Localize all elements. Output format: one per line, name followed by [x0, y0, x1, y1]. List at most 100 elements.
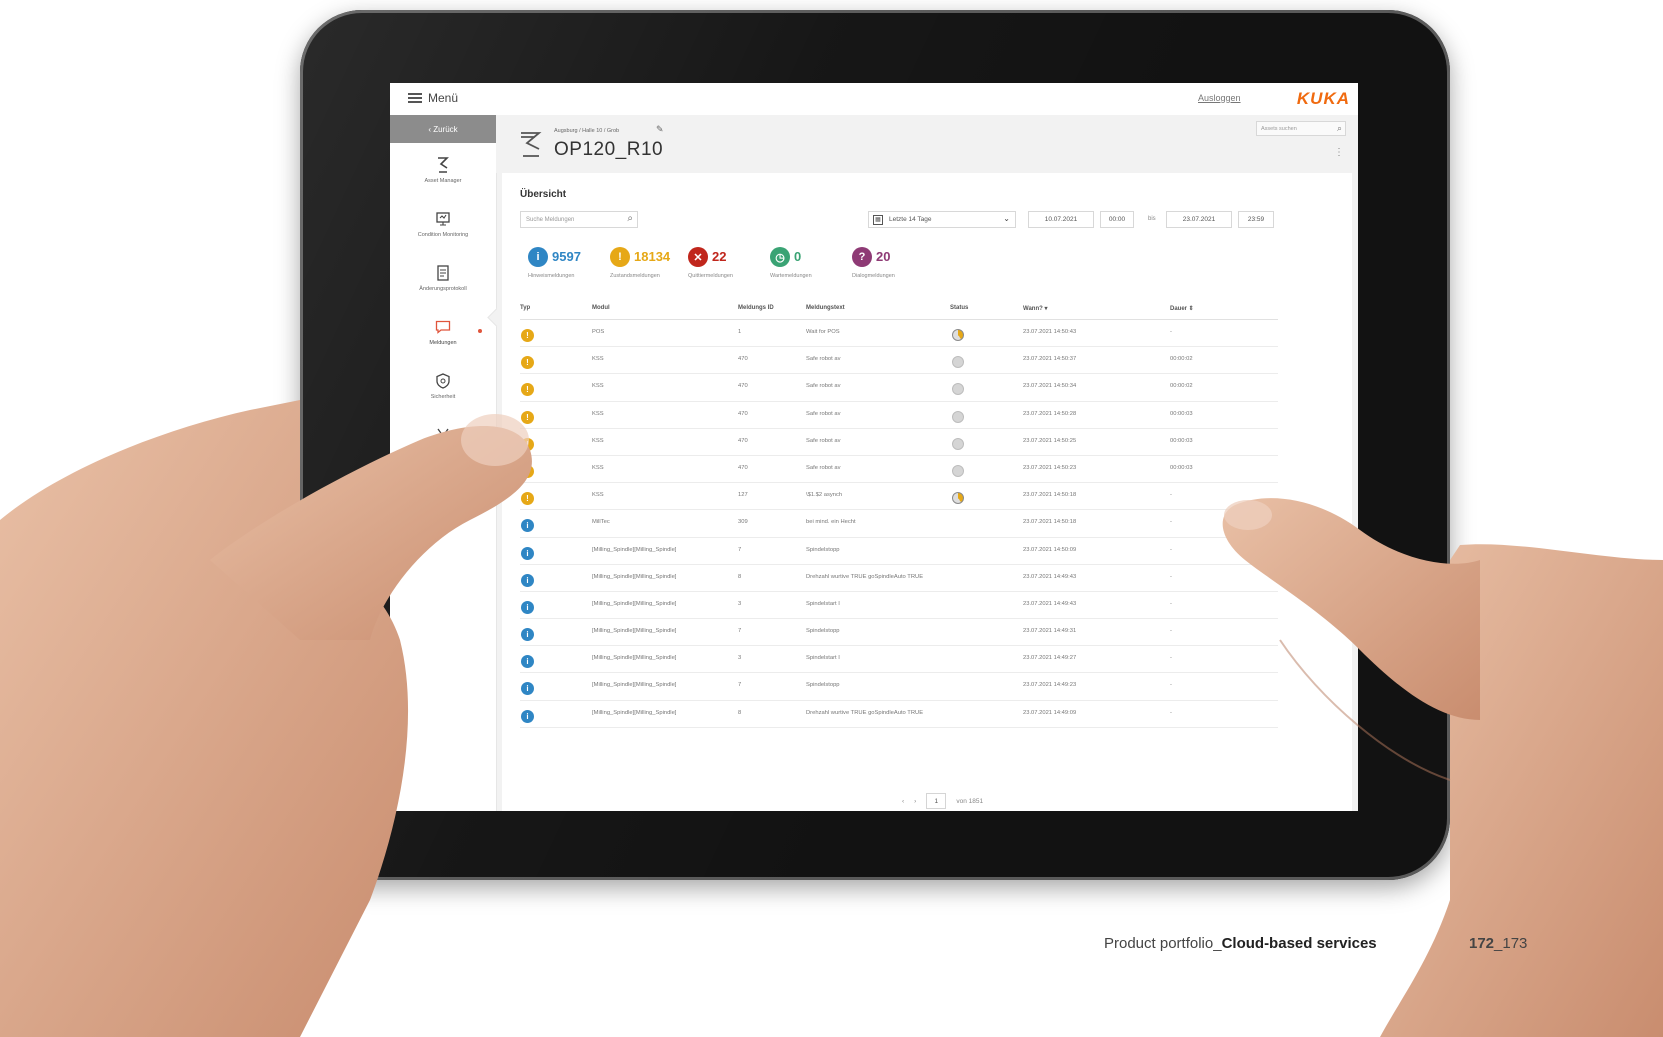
col-status[interactable]: Status: [950, 305, 968, 311]
status-icon: [952, 383, 964, 396]
edit-icon[interactable]: ✎: [656, 124, 664, 135]
table-row[interactable]: i [Milling_Spindle][Milling_Spindle] 7 Spin…: [520, 673, 1278, 701]
top-bar: Menü Ausloggen KUKA: [390, 83, 1358, 116]
table-row[interactable]: i MillTec 309 bei mind. ein Hecht 23.07.2021…: [520, 510, 1278, 538]
sidebar-item-ar[interactable]: Ar: [390, 413, 496, 467]
table-row[interactable]: i [Milling_Spindle][Milling_Spindle] 8 Dreh…: [520, 565, 1278, 592]
time-range-value: Letzte 14 Tage: [889, 216, 932, 223]
cell-modul: [Milling_Spindle][Milling_Spindle]: [592, 709, 677, 716]
cell-meldungs-id: 8: [738, 709, 742, 716]
sidebar-item-sicherheit[interactable]: Sicherheit: [390, 359, 496, 413]
table-row[interactable]: ! KSS 470 Safe robot av 23.07.2021 14:50:34 0…: [520, 374, 1278, 402]
cell-dauer: 00:00:03: [1170, 437, 1193, 444]
more-options-icon[interactable]: ⋮: [1334, 147, 1344, 158]
back-button[interactable]: ‹ Zurück: [390, 115, 496, 143]
cell-meldungstext: bei mind. ein Hecht: [806, 519, 856, 526]
calendar-icon: ▦: [873, 214, 883, 225]
cell-wann: 23.07.2021 14:49:43: [1023, 600, 1077, 607]
page-numbers: 172_173: [1469, 935, 1527, 952]
table-row[interactable]: ! KSS 127 \$1.$2 asynch 23.07.2021 14:50:18 -: [520, 483, 1278, 511]
breadcrumb[interactable]: Augsburg / Halle 10 / Grob: [554, 128, 619, 134]
clock-icon: ◷: [770, 247, 790, 267]
status-icon: [952, 329, 964, 341]
search-icon[interactable]: ⌕: [627, 213, 633, 224]
info-icon: i: [521, 628, 534, 642]
table-row[interactable]: ! KSS 470 Safe robot av 23.07.2021 14:50:25 0…: [520, 429, 1278, 456]
overview-card: Übersicht Suche Meldungen ⌕ ▦ Letzte 14 …: [502, 173, 1352, 811]
col-dauer[interactable]: Dauer ⇕: [1170, 305, 1194, 312]
table-row[interactable]: i [Milling_Spindle][Milling_Spindle] 7 Spin…: [520, 619, 1278, 647]
table-row[interactable]: i [Milling_Spindle][Milling_Spindle] 8 Dreh…: [520, 701, 1278, 728]
sidebar-item-label: Ar: [440, 448, 446, 454]
range-separator: bis: [1148, 216, 1156, 222]
table-row[interactable]: i [Milling_Spindle][Milling_Spindle] 7 Spin…: [520, 538, 1278, 565]
sidebar-item-label: Änderungsprotokoll: [419, 286, 467, 292]
message-search-input[interactable]: Suche Meldungen ⌕: [520, 211, 638, 228]
col-modul[interactable]: Modul: [592, 305, 610, 311]
cell-modul: [Milling_Spindle][Milling_Spindle]: [592, 546, 677, 553]
sidebar-item-condition-monitoring[interactable]: Condition Monitoring: [390, 197, 496, 251]
sidebar-item-asset-manager[interactable]: Asset Manager: [390, 143, 496, 197]
time-from-field[interactable]: 00:00: [1100, 211, 1134, 228]
time-to-field[interactable]: 23:59: [1238, 211, 1274, 228]
info-icon: i: [528, 247, 548, 267]
warning-icon: !: [521, 464, 534, 478]
footer-bold: Cloud-based services: [1221, 935, 1377, 952]
menu-button[interactable]: Menü: [408, 91, 458, 105]
prev-page-button[interactable]: ‹: [902, 798, 904, 805]
time-range-select[interactable]: ▦ Letzte 14 Tage ⌄: [868, 211, 1016, 228]
cell-dauer: 00:00:02: [1170, 383, 1193, 390]
fork-icon: [434, 426, 452, 444]
cell-meldungstext: Spindelstopp: [806, 628, 840, 635]
cell-meldungstext: Wait for POS: [806, 329, 840, 335]
cell-wann: 23.07.2021 14:50:43: [1023, 329, 1077, 335]
cell-modul: KSS: [592, 410, 604, 417]
cell-modul: [Milling_Spindle][Milling_Spindle]: [592, 600, 677, 607]
sidebar-item-aenderungsprotokoll[interactable]: Änderungsprotokoll: [390, 251, 496, 305]
warning-icon: !: [521, 492, 534, 506]
cell-dauer: 00:00:03: [1170, 464, 1193, 471]
logout-link[interactable]: Ausloggen: [1198, 93, 1241, 103]
date-to-field[interactable]: 23.07.2021: [1166, 211, 1232, 228]
cell-meldungstext: Safe robot av: [806, 437, 841, 444]
cell-dauer: -: [1170, 655, 1172, 662]
date-from-field[interactable]: 10.07.2021: [1028, 211, 1094, 228]
cell-meldungs-id: 470: [738, 383, 748, 390]
table-row[interactable]: i [Milling_Spindle][Milling_Spindle] 3 Spin…: [520, 646, 1278, 674]
cell-meldungstext: \$1.$2 asynch: [806, 492, 843, 499]
page-next: _173: [1494, 935, 1528, 952]
table-row[interactable]: ! KSS 470 Safe robot av 23.07.2021 14:50:28 0…: [520, 402, 1278, 429]
cell-modul: [Milling_Spindle][Milling_Spindle]: [592, 655, 677, 662]
cell-wann: 23.07.2021 14:49:09: [1023, 709, 1077, 716]
col-meldungs-id[interactable]: Meldungs ID: [738, 305, 774, 311]
sidebar-item-label: Condition Monitoring: [417, 232, 469, 238]
asset-search-input[interactable]: Assets suchen ⌕: [1256, 121, 1346, 136]
section-title: Übersicht: [520, 189, 567, 200]
page-input[interactable]: 1: [926, 793, 947, 809]
counter-label: Quittiermeldungen: [688, 273, 733, 279]
table-row[interactable]: ! KSS 470 Safe robot av 23.07.2021 14:50:37 0…: [520, 347, 1278, 375]
cell-wann: 23.07.2021 14:50:34: [1023, 383, 1077, 390]
table-body: ! POS 1 Wait for POS 23.07.2021 14:50:43 -! KS…: [520, 320, 1278, 728]
cell-meldungstext: Safe robot av: [806, 356, 841, 363]
cell-wann: 23.07.2021 14:50:18: [1023, 492, 1077, 499]
search-icon[interactable]: ⌕: [1337, 123, 1342, 134]
counter-label: Hinweismeldungen: [528, 273, 575, 279]
cell-modul: KSS: [592, 492, 604, 499]
chat-icon: [434, 318, 452, 336]
cell-dauer: -: [1170, 628, 1172, 635]
cell-meldungstext: Spindelstart I: [806, 655, 840, 662]
cell-wann: 23.07.2021 14:49:31: [1023, 628, 1077, 635]
cell-meldungstext: Spindelstart I: [806, 600, 840, 607]
cell-dauer: -: [1170, 519, 1172, 526]
table-row[interactable]: ! POS 1 Wait for POS 23.07.2021 14:50:43 -: [520, 320, 1278, 348]
next-page-button[interactable]: ›: [914, 798, 916, 805]
cell-meldungstext: Spindelstopp: [806, 682, 840, 689]
table-row[interactable]: i [Milling_Spindle][Milling_Spindle] 3 Spin…: [520, 592, 1278, 620]
cell-meldungs-id: 1: [738, 329, 742, 335]
col-typ[interactable]: Typ: [520, 305, 530, 311]
sidebar-item-meldungen[interactable]: Meldungen: [390, 305, 496, 359]
col-wann[interactable]: Wann? ▾: [1023, 305, 1047, 312]
col-meldungstext[interactable]: Meldungstext: [806, 305, 845, 311]
table-row[interactable]: ! KSS 470 Safe robot av 23.07.2021 14:50:23 0…: [520, 456, 1278, 484]
